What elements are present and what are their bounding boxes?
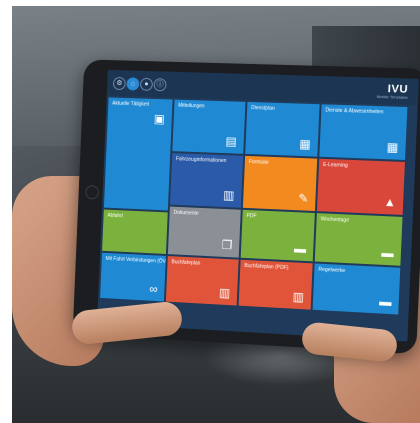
tile-title: Mit Fahrt Verbindungen (ÖV) — [105, 256, 161, 265]
tile-title: Fahrzeuginformationen — [176, 156, 239, 164]
folder-icon: ▬ — [294, 242, 307, 255]
link-icon: ∞ — [149, 283, 158, 295]
tile-title: Formular — [249, 159, 313, 168]
tile-dienstplan[interactable]: Dienstplan ▦ — [245, 102, 319, 157]
tile-mitteilungen[interactable]: Mitteilungen ▤ — [172, 100, 245, 154]
tile-title: Wochentage — [320, 216, 398, 226]
pencil-icon: ✎ — [298, 192, 309, 205]
home-icon[interactable]: ⌂ — [126, 77, 139, 90]
tile-title: Regelwerke — [318, 267, 396, 277]
tile-title: Dokumente — [173, 210, 236, 219]
tile-dokumente[interactable]: Dokumente ❐ — [168, 207, 241, 258]
folder-icon: ▬ — [379, 295, 392, 308]
tile-verbindungen[interactable]: Mit Fahrt Verbindungen (ÖV) ∞ — [100, 253, 166, 302]
tile-buchfahrplan[interactable]: Buchfahrplan ▥ — [166, 256, 239, 305]
tile-dienste-abwesenheiten[interactable]: Dienste & Abwesenheiten ▦ — [319, 104, 407, 160]
copy-icon: ❐ — [221, 239, 232, 251]
tile-aktuelle-tatigkeit[interactable]: Aktuelle Tätigkeit ▣ — [104, 97, 173, 210]
calendar-icon: ▦ — [299, 138, 311, 150]
tile-title: Dienste & Abwesenheiten — [325, 107, 403, 116]
tile-pdf[interactable]: PDF ▬ — [241, 210, 315, 262]
tile-title: Buchfahrplan — [171, 259, 234, 268]
info-icon[interactable]: ⓘ — [153, 78, 166, 91]
calendar-icon: ▦ — [386, 141, 398, 154]
tile-wochentag[interactable]: Wochentage ▬ — [315, 213, 403, 266]
tile-title: PDF — [246, 213, 310, 222]
train-icon: ▥ — [219, 287, 231, 300]
brand-subtitle: Mobile Timetable — [377, 94, 408, 100]
tile-e-learning[interactable]: E-Learning ▲ — [317, 159, 405, 215]
tile-title: Aktuelle Tätigkeit — [112, 101, 168, 109]
graduation-cap-icon: ▲ — [383, 196, 396, 209]
tile-title: Buchfahrplan (PDF) — [244, 263, 308, 272]
train-icon: ▥ — [292, 291, 304, 304]
tile-regelwerke[interactable]: Regelwerke ▬ — [313, 263, 401, 314]
tile-title: E-Learning — [323, 162, 401, 171]
train-icon: ▥ — [223, 189, 235, 201]
home-button[interactable] — [85, 185, 99, 199]
briefcase-icon: ▣ — [154, 113, 166, 125]
tile-title: Mitteilungen — [178, 103, 241, 111]
tile-fahrzeuginformationen[interactable]: Fahrzeuginformationen ▥ — [170, 153, 243, 208]
tile-title: Abfahrt — [107, 213, 163, 221]
tablet-screen: ⚙ ⌂ ● ⓘ IVU Mobile Timetable Aktuelle Tä… — [97, 70, 419, 342]
tile-title: Dienstplan — [251, 105, 315, 113]
photo-background: ⚙ ⌂ ● ⓘ IVU Mobile Timetable Aktuelle Tä… — [12, 6, 420, 423]
tile-formular[interactable]: Formular ✎ — [243, 156, 317, 211]
tile-buchfahrplan-pdf[interactable]: Buchfahrplan (PDF) ▥ — [239, 260, 313, 310]
user-icon[interactable]: ● — [140, 78, 153, 91]
settings-icon[interactable]: ⚙ — [113, 77, 126, 90]
chat-icon: ▤ — [225, 135, 237, 147]
tile-abfahrt[interactable]: Abfahrt — [102, 210, 168, 254]
folder-icon: ▬ — [381, 247, 394, 260]
